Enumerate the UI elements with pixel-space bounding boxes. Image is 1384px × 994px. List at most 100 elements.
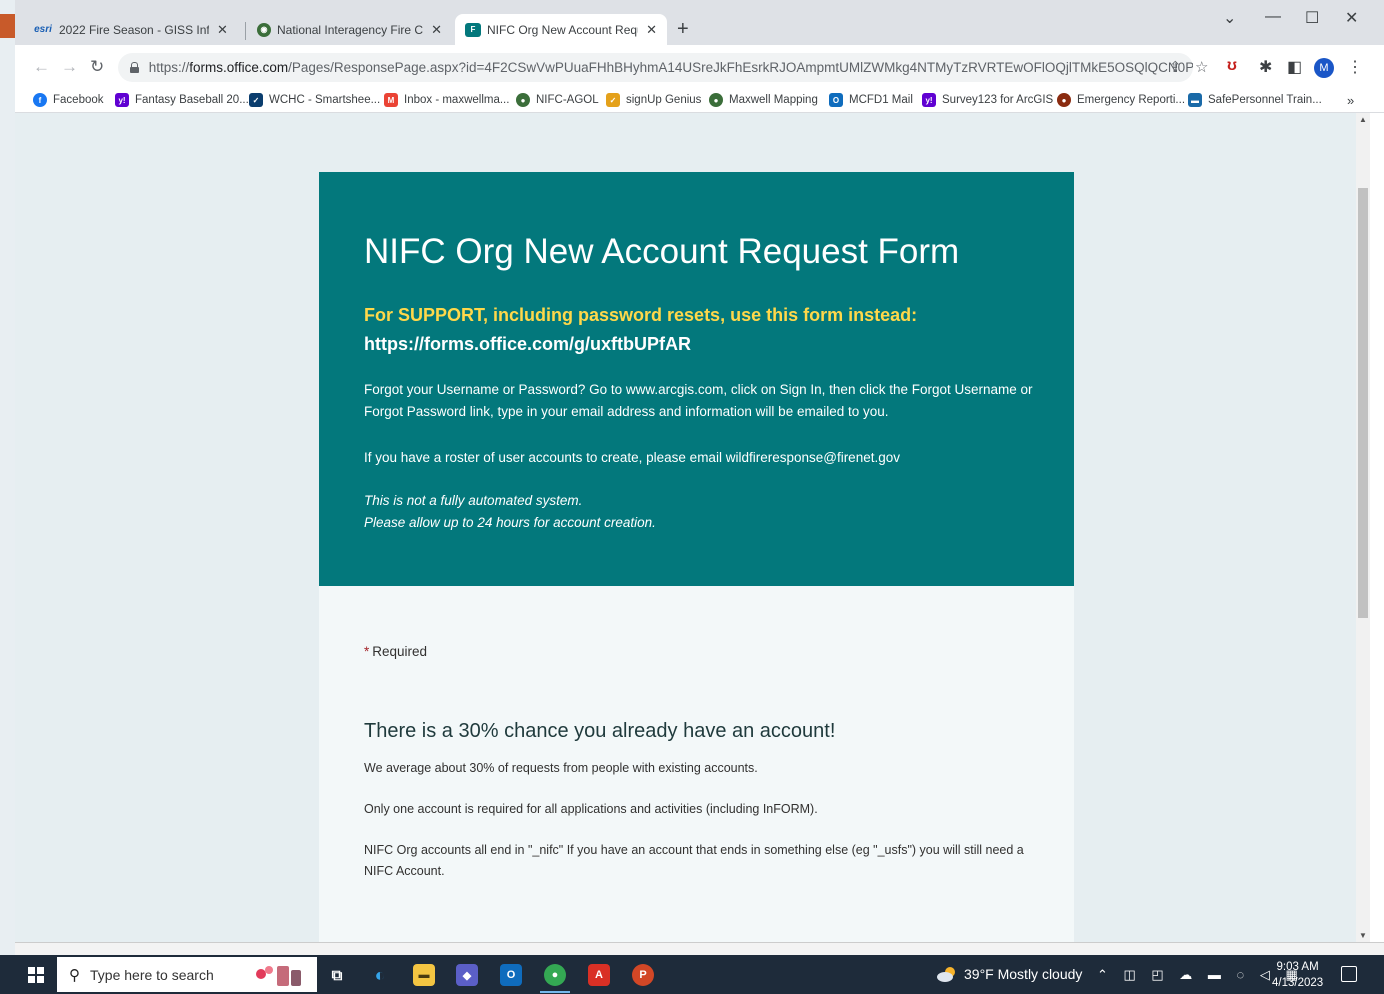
url-text[interactable]: https://forms.office.com/Pages/ResponseP… bbox=[149, 60, 1193, 75]
task-view-icon[interactable]: ⧉ bbox=[326, 964, 348, 986]
form-header: NIFC Org New Account Request Form For SU… bbox=[319, 172, 1074, 586]
close-icon[interactable]: ✕ bbox=[646, 22, 657, 38]
edge-icon[interactable]: ◐ bbox=[369, 964, 391, 986]
bookmark-facebook[interactable]: f Facebook bbox=[33, 93, 104, 107]
forms-icon: F bbox=[465, 22, 481, 37]
globe-icon: ● bbox=[516, 93, 530, 107]
browser-window: esri 2022 Fire Season - GISS Informat ✕ … bbox=[15, 0, 1384, 955]
gmail-icon: M bbox=[384, 93, 398, 107]
taskbar-search-input[interactable]: ⚲ Type here to search bbox=[57, 957, 317, 992]
section-paragraph: Only one account is required for all app… bbox=[364, 802, 818, 816]
background-window-edge bbox=[0, 0, 15, 955]
tab-account-request[interactable]: F NIFC Org New Account Request ✕ bbox=[455, 14, 667, 45]
bookmark-fantasy-baseball[interactable]: y! Fantasy Baseball 20... bbox=[115, 93, 249, 107]
minimize-button[interactable]: — bbox=[1265, 8, 1281, 26]
section-paragraph: We average about 30% of requests from pe… bbox=[364, 761, 758, 775]
roster-text: If you have a roster of user accounts to… bbox=[364, 450, 900, 465]
outlook-icon: O bbox=[829, 93, 843, 107]
safepersonnel-icon: ▬ bbox=[1188, 93, 1202, 107]
required-indicator: * Required bbox=[364, 644, 428, 659]
notifications-icon[interactable] bbox=[1341, 966, 1357, 982]
close-window-button[interactable]: ✕ bbox=[1345, 8, 1358, 28]
tab-giss-label: 2022 Fire Season - GISS Informat bbox=[59, 22, 209, 37]
weather-widget[interactable]: 39°F Mostly cloudy bbox=[936, 966, 1082, 982]
signupgenius-icon: ✓ bbox=[606, 93, 620, 107]
form-body: * Required There is a 30% chance you alre… bbox=[319, 586, 1074, 942]
clock[interactable]: 9:03 AM 4/13/2023 bbox=[1272, 959, 1323, 991]
bookmarks-bar: f Facebook y! Fantasy Baseball 20... ✓ WCHC… bbox=[15, 89, 1384, 113]
support-notice: For SUPPORT, including password resets, … bbox=[364, 305, 918, 325]
bookmark-gmail[interactable]: M Inbox - maxwellma... bbox=[384, 93, 509, 107]
bookmark-star-icon[interactable]: ☆ bbox=[1195, 58, 1208, 76]
esri-icon: esri bbox=[34, 24, 52, 35]
scroll-up-arrow-icon[interactable]: ▲ bbox=[1359, 115, 1367, 124]
taskbar: ⚲ Type here to search ⧉ ◐ ▬ ◆ O ● A P 39… bbox=[0, 955, 1384, 994]
share-icon[interactable]: ⇪ bbox=[1169, 58, 1182, 76]
outlook-icon[interactable]: O bbox=[500, 964, 522, 986]
globe-icon: ◉ bbox=[257, 22, 271, 37]
reload-button[interactable]: ↻ bbox=[90, 57, 104, 77]
yahoo-icon: y! bbox=[922, 93, 936, 107]
bookmark-smartsheet[interactable]: ✓ WCHC - Smartshee... bbox=[249, 93, 380, 107]
chrome-icon[interactable]: ● bbox=[544, 964, 566, 986]
extension-icon[interactable]: ʊ bbox=[1227, 57, 1237, 75]
turnaround-note: Please allow up to 24 hours for account … bbox=[364, 515, 656, 530]
maximize-button[interactable]: ☐ bbox=[1305, 8, 1319, 28]
app-icon[interactable]: ◆ bbox=[456, 964, 478, 986]
acrobat-icon[interactable]: A bbox=[588, 964, 610, 986]
tab-giss[interactable]: esri 2022 Fire Season - GISS Informat ✕ bbox=[23, 14, 245, 45]
clock-date: 4/13/2023 bbox=[1272, 977, 1324, 989]
bookmark-emergency-reporting[interactable]: ● Emergency Reporti... bbox=[1057, 93, 1185, 107]
file-explorer-icon[interactable]: ▬ bbox=[413, 964, 435, 986]
clock-time: 9:03 AM bbox=[1276, 961, 1319, 973]
cloudy-weather-icon bbox=[937, 967, 955, 982]
close-icon[interactable]: ✕ bbox=[217, 22, 228, 38]
weather-text: 39°F Mostly cloudy bbox=[964, 966, 1083, 982]
section-paragraph: NIFC Org accounts all end in "_nifc" If … bbox=[364, 843, 1024, 878]
address-bar[interactable]: https://forms.office.com/Pages/ResponseP… bbox=[118, 53, 1193, 82]
bookmark-maxwell-mapping[interactable]: ● Maxwell Mapping bbox=[709, 93, 818, 107]
forgot-credentials-text: Forgot your Username or Password? Go to … bbox=[364, 382, 1033, 419]
bookmark-nifc-agol[interactable]: ● NIFC-AGOL bbox=[516, 93, 599, 107]
powerpoint-icon[interactable]: P bbox=[632, 964, 654, 986]
search-highlight-icon bbox=[256, 966, 301, 986]
menu-kebab-icon[interactable]: ⋮ bbox=[1347, 57, 1363, 77]
page-scrollbar[interactable]: ▲ ▼ bbox=[1356, 113, 1370, 942]
globe-icon: ● bbox=[709, 93, 723, 107]
automation-note: This is not a fully automated system. bbox=[364, 493, 583, 508]
bookmark-survey123[interactable]: y! Survey123 for ArcGIS bbox=[922, 93, 1053, 107]
close-icon[interactable]: ✕ bbox=[431, 22, 442, 38]
tab-account-request-label: NIFC Org New Account Request bbox=[487, 22, 638, 37]
new-tab-button[interactable]: + bbox=[677, 18, 689, 41]
extensions-puzzle-icon[interactable]: ✱ bbox=[1259, 57, 1272, 77]
support-form-link[interactable]: https://forms.office.com/g/uxftbUPfAR bbox=[364, 334, 691, 355]
yahoo-icon: y! bbox=[115, 93, 129, 107]
tab-nifc-label: National Interagency Fire Center bbox=[277, 22, 424, 37]
page-title: NIFC Org New Account Request Form bbox=[364, 232, 960, 271]
more-bookmarks-chevron-icon[interactable]: » bbox=[1347, 93, 1354, 108]
back-button[interactable]: ← bbox=[33, 57, 50, 77]
search-icon: ⚲ bbox=[69, 966, 80, 984]
tab-strip: esri 2022 Fire Season - GISS Informat ✕ … bbox=[15, 0, 1384, 45]
bookmark-signup-genius[interactable]: ✓ signUp Genius bbox=[606, 93, 701, 107]
page-viewport: NIFC Org New Account Request Form For SU… bbox=[15, 113, 1370, 942]
background-status-strip bbox=[15, 942, 1384, 955]
scroll-thumb[interactable] bbox=[1358, 188, 1368, 618]
scroll-down-arrow-icon[interactable]: ▼ bbox=[1359, 931, 1367, 940]
smartsheet-icon: ✓ bbox=[249, 93, 263, 107]
side-panel-icon[interactable]: ◧ bbox=[1287, 57, 1302, 77]
taskbar-search-placeholder: Type here to search bbox=[90, 966, 214, 983]
facebook-icon: f bbox=[33, 93, 47, 107]
emergency-icon: ● bbox=[1057, 93, 1071, 107]
bookmark-safepersonnel[interactable]: ▬ SafePersonnel Train... bbox=[1188, 93, 1322, 107]
forward-button[interactable]: → bbox=[61, 57, 78, 77]
tab-search-icon[interactable]: ⌄ bbox=[1223, 8, 1236, 28]
lock-icon bbox=[130, 62, 139, 73]
toolbar: ← → ↻ https://forms.office.com/Pages/Res… bbox=[15, 45, 1384, 89]
windows-start-icon[interactable] bbox=[28, 967, 44, 983]
section-title: There is a 30% chance you already have a… bbox=[364, 720, 836, 742]
tab-nifc[interactable]: ◉ National Interagency Fire Center ✕ bbox=[247, 14, 452, 45]
screen: esri 2022 Fire Season - GISS Informat ✕ … bbox=[0, 0, 1384, 994]
avatar[interactable]: M bbox=[1314, 58, 1334, 78]
bookmark-mcfd1-mail[interactable]: O MCFD1 Mail bbox=[829, 93, 913, 107]
